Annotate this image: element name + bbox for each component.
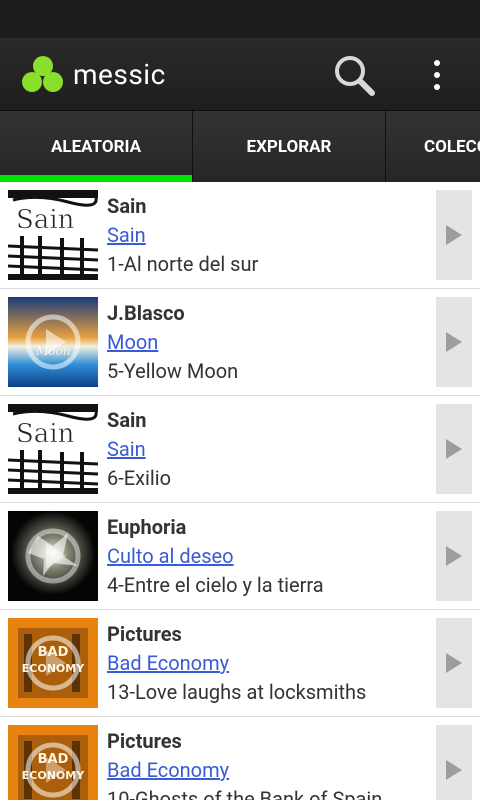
tab-coleccion-label: COLECCIÓN [424, 137, 480, 157]
artist-name: Euphoria [107, 515, 187, 539]
search-icon[interactable] [333, 54, 377, 98]
album-link[interactable]: Bad Economy [107, 651, 229, 675]
song-title: 1-Al norte del sur [107, 252, 259, 276]
play-button[interactable] [436, 511, 472, 601]
play-button[interactable] [436, 404, 472, 494]
play-button[interactable] [436, 725, 472, 800]
album-cover[interactable]: BAD ECONOMY [8, 725, 98, 800]
song-list[interactable]: Sain Sain Sain 1-Al norte del sur Moon J… [0, 182, 480, 800]
artist-name: Pictures [107, 729, 182, 753]
play-button[interactable] [436, 297, 472, 387]
play-button[interactable] [436, 618, 472, 708]
play-icon [446, 225, 462, 245]
song-title: 5-Yellow Moon [107, 359, 239, 383]
action-bar: messic [0, 38, 480, 110]
song-title: 4-Entre el cielo y la tierra [107, 573, 324, 597]
cover-art-text: Sain [16, 419, 75, 449]
album-link[interactable]: Bad Economy [107, 758, 229, 782]
messic-logo-icon[interactable] [22, 56, 64, 94]
album-cover[interactable]: Sain [8, 404, 98, 494]
play-icon [446, 332, 462, 352]
song-row[interactable]: Sain Sain Sain 1-Al norte del sur [0, 182, 480, 289]
album-link[interactable]: Sain [107, 223, 146, 247]
album-cover[interactable] [8, 511, 98, 601]
play-icon [446, 439, 462, 459]
artist-name: Sain [107, 408, 147, 432]
play-icon [446, 546, 462, 566]
tab-explorar-label: EXPLORAR [246, 137, 332, 157]
tab-bar: ALEATORIA EXPLORAR COLECCIÓN [0, 110, 480, 183]
play-button[interactable] [436, 190, 472, 280]
song-title: 6-Exilio [107, 466, 172, 490]
artist-name: Pictures [107, 622, 182, 646]
song-row[interactable]: Euphoria Culto al deseo 4-Entre el cielo… [0, 503, 480, 610]
song-title: 10-Ghosts of the Bank of Spain [107, 787, 383, 800]
cover-art-text: Moon [35, 344, 70, 358]
song-row[interactable]: Moon J.Blasco Moon 5-Yellow Moon [0, 289, 480, 396]
app-title: messic [73, 58, 166, 91]
album-link[interactable]: Sain [107, 437, 146, 461]
album-link[interactable]: Culto al deseo [107, 544, 234, 568]
cover-art-text: Sain [16, 205, 75, 235]
tab-aleatoria-label: ALEATORIA [50, 137, 142, 157]
album-cover[interactable]: Sain [8, 190, 98, 280]
song-row[interactable]: BAD ECONOMY Pictures Bad Economy 10-Ghos… [0, 717, 480, 800]
album-cover[interactable]: BAD ECONOMY [8, 618, 98, 708]
status-bar [0, 0, 480, 38]
artist-name: Sain [107, 194, 147, 218]
song-row[interactable]: Sain Sain Sain 6-Exilio [0, 396, 480, 503]
play-icon [446, 653, 462, 673]
album-cover[interactable]: Moon [8, 297, 98, 387]
play-icon [446, 760, 462, 780]
song-row[interactable]: BAD ECONOMY Pictures Bad Economy 13-Love… [0, 610, 480, 717]
artist-name: J.Blasco [107, 301, 185, 325]
tab-coleccion[interactable]: COLECCIÓN [386, 111, 480, 183]
tab-explorar[interactable]: EXPLORAR [193, 111, 386, 183]
album-link[interactable]: Moon [107, 330, 158, 354]
overflow-menu-icon[interactable] [426, 58, 450, 92]
song-title: 13-Love laughs at locksmiths [107, 680, 367, 704]
tab-aleatoria[interactable]: ALEATORIA [0, 111, 193, 183]
